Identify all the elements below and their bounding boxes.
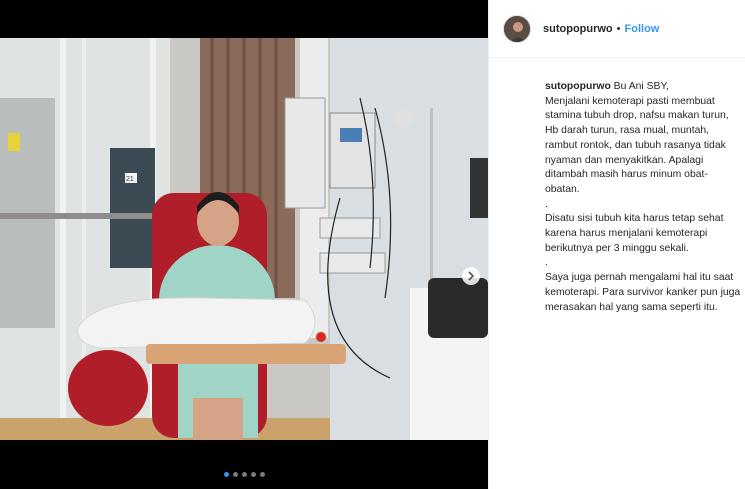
chevron-right-icon (468, 271, 475, 281)
media-viewer: 21 (0, 0, 488, 489)
carousel-dot (259, 472, 265, 477)
carousel-indicator (0, 472, 488, 477)
caption-text: Bu Ani SBY, Menjalani kemoterapi pasti m… (545, 81, 741, 313)
post-header: sutopopurwo • Follow (489, 0, 745, 58)
carousel-dot (241, 472, 247, 477)
header-separator: • (616, 22, 621, 35)
post-panel: sutopopurwo • Follow sutopopurwo Bu Ani … (488, 0, 745, 489)
room-number: 21 (126, 176, 134, 183)
carousel-dot (232, 472, 238, 477)
hospital-photo-illustration: 21 (0, 38, 488, 440)
post-photo[interactable]: 21 (0, 38, 488, 440)
post-caption: sutopopurwo Bu Ani SBY, Menjalani kemote… (545, 80, 741, 315)
header-username[interactable]: sutopopurwo (543, 23, 613, 35)
avatar-image (504, 15, 530, 42)
carousel-next-button[interactable] (462, 267, 480, 285)
carousel-dot (223, 472, 229, 477)
carousel-dot (250, 472, 256, 477)
caption-username[interactable]: sutopopurwo (545, 81, 611, 92)
follow-button[interactable]: Follow (625, 23, 660, 35)
avatar[interactable] (503, 14, 531, 43)
